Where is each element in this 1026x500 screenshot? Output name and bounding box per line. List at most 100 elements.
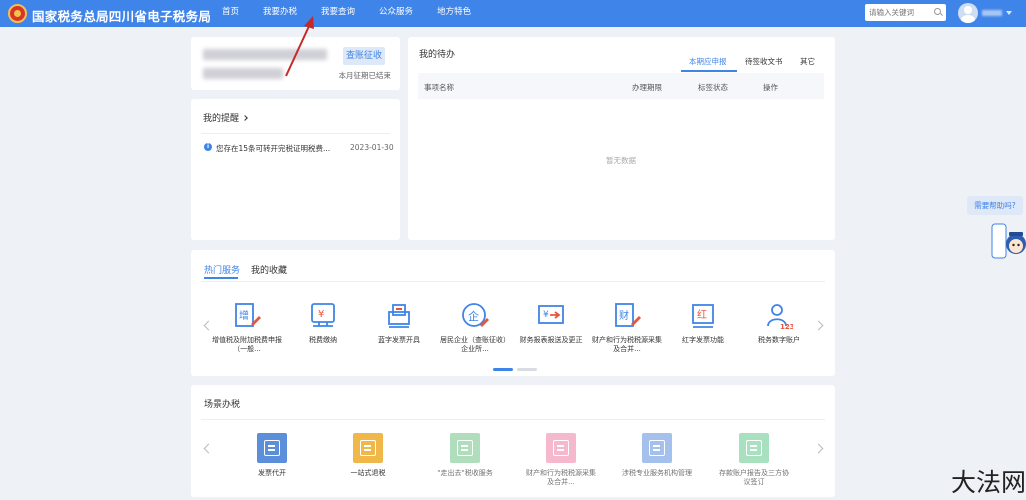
scene-item-property[interactable]: 财产和行为税税源采集及合并...: [526, 433, 596, 487]
svg-text:财: 财: [619, 309, 629, 322]
column-action: 操作: [763, 83, 778, 92]
main-nav: 首页 我要办税 我要查询 公众服务 地方特色: [210, 0, 483, 27]
tab-my-favorites[interactable]: 我的收藏: [251, 263, 287, 276]
service-item-digital-account[interactable]: 123 税务数字账户: [744, 302, 814, 345]
svg-text:增: 增: [239, 309, 249, 322]
invoice-issue-icon: [385, 302, 413, 330]
tab-active-indicator: [204, 277, 238, 279]
service-label: 税费缴纳: [309, 336, 337, 344]
invoice-agent-icon: [257, 433, 287, 463]
search-icon[interactable]: [934, 8, 941, 15]
svg-text:¥: ¥: [318, 309, 324, 320]
todo-table-header: 事项名称 办理期限 标签状态 操作: [418, 73, 824, 99]
service-label: 红字发票功能: [682, 336, 724, 344]
levy-period-status: 本月征期已结束: [338, 71, 392, 80]
top-header: 国家税务总局四川省电子税务局 首页 我要办税 我要查询 公众服务 地方特色: [0, 0, 1026, 27]
scene-label: 财产和行为税税源采集及合并...: [526, 469, 596, 486]
go-global-icon: [450, 433, 480, 463]
assistant-robot-icon[interactable]: [990, 220, 1026, 264]
scene-label: 存款账户报告及三方协议签订: [719, 469, 789, 486]
tax-payment-icon: ¥: [309, 302, 337, 330]
watermark: 大法网: [951, 468, 1026, 497]
svg-text:企: 企: [468, 309, 479, 323]
tax-emblem-logo: [8, 4, 27, 23]
svg-text:红: 红: [697, 308, 707, 321]
levy-type-button[interactable]: 查账征收: [343, 47, 385, 65]
chevron-right-icon: [242, 115, 248, 121]
digital-account-icon: 123: [765, 302, 795, 331]
column-item-name: 事项名称: [424, 83, 454, 92]
scene-label: "走出去"税收服务: [437, 469, 493, 477]
tab-hot-services[interactable]: 热门服务: [204, 263, 240, 276]
service-item-vat[interactable]: 增 增值税及附加税费申报（一般...: [212, 302, 282, 354]
enterprise-icon: 企: [461, 302, 489, 330]
scene-item-invoice-agent[interactable]: 发票代开: [237, 433, 307, 478]
scene-card: 场景办税 发票代开 一站式退税 "走出去"税收服务 财产和行为税税源采集及合并.…: [191, 385, 835, 497]
service-item-red-invoice[interactable]: 红 红字发票功能: [668, 302, 738, 345]
financial-report-icon: ¥: [537, 302, 565, 330]
scene-item-bank-account[interactable]: 存款账户报告及三方协议签订: [719, 433, 789, 487]
username-blurred[interactable]: [982, 10, 1002, 16]
help-button[interactable]: 需要帮助吗?: [967, 196, 1023, 215]
tab-documents-to-sign[interactable]: 待签收文书: [745, 56, 783, 67]
scene-title: 场景办税: [204, 400, 241, 410]
scene-label: 一站式退税: [350, 469, 386, 477]
services-card: 热门服务 我的收藏 增 增值税及附加税费申报（一般... ¥ 税费缴纳 蓝字发票…: [191, 250, 835, 376]
agency-icon: [642, 433, 672, 463]
todo-title: 我的待办: [419, 50, 456, 60]
service-label: 居民企业（查账征收）企业所...: [440, 336, 510, 353]
tab-current-declaration[interactable]: 本期应申报: [689, 56, 727, 67]
annotation-arrow: [285, 16, 314, 77]
bank-account-icon: [739, 433, 769, 463]
empty-placeholder: 暂无数据: [606, 156, 636, 165]
nav-home[interactable]: 首页: [210, 0, 251, 27]
column-deadline: 办理期限: [632, 83, 662, 92]
chevron-right-icon[interactable]: [813, 443, 824, 454]
scene-item-agency[interactable]: 涉税专业服务机构管理: [622, 433, 692, 478]
chevron-right-icon[interactable]: [813, 320, 824, 331]
service-label: 增值税及附加税费申报（一般...: [212, 336, 282, 353]
vat-declare-icon: 增: [233, 302, 261, 330]
red-invoice-icon: 红: [689, 302, 717, 330]
service-label: 财务报表报送及更正: [519, 336, 583, 344]
tab-active-indicator: [681, 70, 737, 72]
nav-local-features[interactable]: 地方特色: [425, 0, 483, 27]
divider: [201, 133, 390, 134]
service-label: 财产和行为税税源采集及合并...: [592, 336, 662, 353]
carousel-dot-active[interactable]: [493, 368, 513, 371]
service-label: 蓝字发票开具: [378, 336, 420, 344]
todo-card: 我的待办 本期应申报 待签收文书 其它 事项名称 办理期限 标签状态 操作 暂无…: [408, 37, 835, 240]
property-tax-icon: 财: [613, 302, 641, 330]
reminder-text[interactable]: 您存在15条可转开完税证明税费...: [216, 143, 330, 154]
search-box: [865, 4, 946, 21]
refund-icon: [353, 433, 383, 463]
reminder-date: 2023-01-30: [350, 143, 394, 152]
service-item-enterprise-income[interactable]: 企 居民企业（查账征收）企业所...: [440, 302, 510, 354]
column-status: 标签状态: [698, 83, 728, 92]
service-item-financial-report[interactable]: ¥ 财务报表报送及更正: [516, 302, 586, 345]
service-item-property-tax[interactable]: 财 财产和行为税税源采集及合并...: [592, 302, 662, 354]
scene-item-refund[interactable]: 一站式退税: [333, 433, 403, 478]
chevron-down-icon[interactable]: [1006, 11, 1012, 15]
site-title: 国家税务总局四川省电子税务局: [32, 9, 212, 24]
search-input[interactable]: [869, 6, 929, 19]
service-label: 税务数字账户: [758, 336, 800, 344]
svg-text:¥: ¥: [543, 310, 549, 320]
nav-public-service[interactable]: 公众服务: [367, 0, 425, 27]
divider: [201, 281, 825, 282]
avatar[interactable]: [958, 3, 978, 23]
divider: [201, 419, 825, 420]
info-icon: i: [204, 143, 212, 151]
service-item-tax-payment[interactable]: ¥ 税费缴纳: [288, 302, 358, 345]
tax-id-blurred: [203, 68, 283, 79]
reminders-title[interactable]: 我的提醒: [203, 111, 248, 124]
chevron-left-icon[interactable]: [203, 443, 214, 454]
service-item-blue-invoice[interactable]: 蓝字发票开具: [364, 302, 434, 345]
svg-text:123: 123: [780, 323, 793, 330]
scene-item-go-global[interactable]: "走出去"税收服务: [430, 433, 500, 478]
carousel-dot[interactable]: [517, 368, 537, 371]
tab-other[interactable]: 其它: [800, 56, 815, 67]
scene-label: 发票代开: [258, 469, 286, 477]
reminders-card: 我的提醒 i 您存在15条可转开完税证明税费... 2023-01-30: [191, 99, 400, 240]
property-scene-icon: [546, 433, 576, 463]
